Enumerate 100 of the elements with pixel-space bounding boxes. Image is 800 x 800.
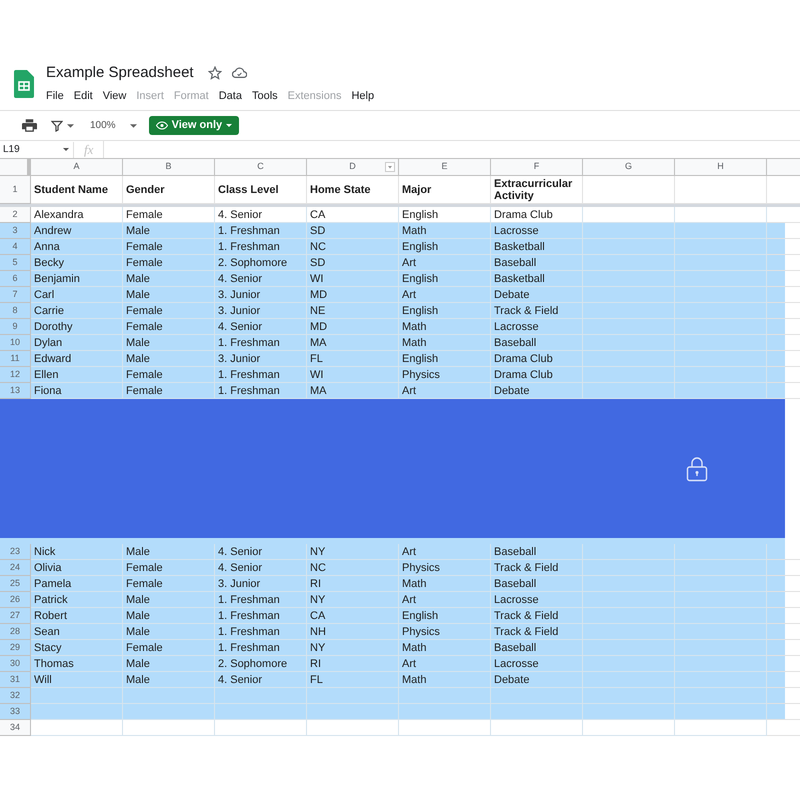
caret-icon[interactable] <box>130 124 137 128</box>
table-cell: Female <box>123 383 215 399</box>
table-cell: NY <box>307 592 399 608</box>
table-cell: NY <box>307 544 399 560</box>
table-cell: Basketball <box>491 239 583 255</box>
row-number: 8 <box>0 303 31 319</box>
row-number: 13 <box>0 383 31 399</box>
table-cell: Art <box>399 255 491 271</box>
table-cell: 4. Senior <box>215 672 307 688</box>
table-cell: Andrew <box>31 223 123 239</box>
table-cell: Baseball <box>491 544 583 560</box>
table-cell: Math <box>399 319 491 335</box>
row-number: 30 <box>0 656 31 672</box>
table-cell: Male <box>123 656 215 672</box>
menu-item[interactable]: Tools <box>252 88 278 104</box>
column-header[interactable]: F <box>491 159 583 176</box>
table-cell: MD <box>307 319 399 335</box>
row-number: 26 <box>0 592 31 608</box>
menu-item[interactable]: Data <box>218 88 242 104</box>
table-cell: Pamela <box>31 576 123 592</box>
column-header[interactable]: G <box>583 159 675 176</box>
table-cell: Physics <box>399 624 491 640</box>
row-number: 25 <box>0 576 31 592</box>
table-cell: Track & Field <box>491 303 583 319</box>
table-cell: English <box>399 239 491 255</box>
row-number: 10 <box>0 335 31 351</box>
column-header[interactable]: E <box>399 159 491 176</box>
table-cell: Sean <box>31 624 123 640</box>
table-cell: Baseball <box>491 576 583 592</box>
table-cell: Male <box>123 351 215 367</box>
table-cell: Patrick <box>31 592 123 608</box>
caret-icon[interactable] <box>67 124 74 128</box>
table-cell: 1. Freshman <box>215 335 307 351</box>
row-number: 4 <box>0 239 31 255</box>
menu-item[interactable]: View <box>102 88 126 104</box>
column-header[interactable]: H <box>675 159 767 176</box>
print-icon[interactable] <box>22 119 37 132</box>
table-cell: Becky <box>31 255 123 271</box>
table-cell: Lacrosse <box>491 319 583 335</box>
row-number: 34 <box>0 720 31 736</box>
row-number: 2 <box>0 207 31 223</box>
filter-dropdown-icon[interactable] <box>385 162 395 172</box>
table-cell: 2. Sophomore <box>215 656 307 672</box>
table-cell: 1. Freshman <box>215 223 307 239</box>
table-cell: 2. Sophomore <box>215 255 307 271</box>
spreadsheet-logo-icon[interactable] <box>14 70 34 98</box>
table-cell: 4. Senior <box>215 271 307 287</box>
table-cell: Math <box>399 672 491 688</box>
table-cell: RI <box>307 576 399 592</box>
column-header[interactable]: B <box>123 159 215 176</box>
table-cell: English <box>399 351 491 367</box>
menu-item[interactable]: Edit <box>74 88 93 104</box>
table-cell: Robert <box>31 608 123 624</box>
table-cell: SD <box>307 223 399 239</box>
zoom-level[interactable]: 100% <box>90 118 116 133</box>
table-cell: Male <box>123 608 215 624</box>
menu-item[interactable]: Help <box>351 88 374 104</box>
table-cell: Female <box>123 319 215 335</box>
column-header[interactable]: D <box>307 159 399 176</box>
table-cell: Lacrosse <box>491 592 583 608</box>
table-cell: Ellen <box>31 367 123 383</box>
table-cell: Track & Field <box>491 624 583 640</box>
table-cell: Math <box>399 335 491 351</box>
table-cell: Female <box>123 576 215 592</box>
table-cell: MA <box>307 383 399 399</box>
caret-icon <box>226 124 232 127</box>
row-number: 9 <box>0 319 31 335</box>
filter-icon[interactable] <box>51 120 63 132</box>
table-cell: Art <box>399 544 491 560</box>
caret-icon <box>63 148 69 151</box>
column-header[interactable]: C <box>215 159 307 176</box>
table-cell: Debate <box>491 287 583 303</box>
table-cell: Carl <box>31 287 123 303</box>
table-cell: Physics <box>399 367 491 383</box>
table-cell: 4. Senior <box>215 560 307 576</box>
table-cell: Thomas <box>31 656 123 672</box>
column-header[interactable]: A <box>31 159 123 176</box>
row-number: 33 <box>0 704 31 720</box>
table-cell: MD <box>307 287 399 303</box>
row-number: 6 <box>0 271 31 287</box>
row-number: 11 <box>0 351 31 367</box>
table-cell: Art <box>399 592 491 608</box>
table-cell: Lacrosse <box>491 656 583 672</box>
table-cell: English <box>399 303 491 319</box>
table-cell: Art <box>399 656 491 672</box>
menu-item[interactable]: File <box>46 88 64 104</box>
table-cell: Anna <box>31 239 123 255</box>
table-cell: Will <box>31 672 123 688</box>
table-cell: Male <box>123 335 215 351</box>
cloud-icon[interactable] <box>232 67 247 80</box>
view-only-button[interactable]: View only <box>148 116 240 135</box>
table-cell: NH <box>307 624 399 640</box>
star-icon[interactable] <box>208 66 222 80</box>
table-cell: Edward <box>31 351 123 367</box>
table-cell: Olivia <box>31 560 123 576</box>
document-title[interactable]: Example Spreadsheet <box>46 62 194 84</box>
row-number: 31 <box>0 672 31 688</box>
table-cell: 3. Junior <box>215 351 307 367</box>
table-cell: Female <box>123 239 215 255</box>
table-cell: SD <box>307 255 399 271</box>
